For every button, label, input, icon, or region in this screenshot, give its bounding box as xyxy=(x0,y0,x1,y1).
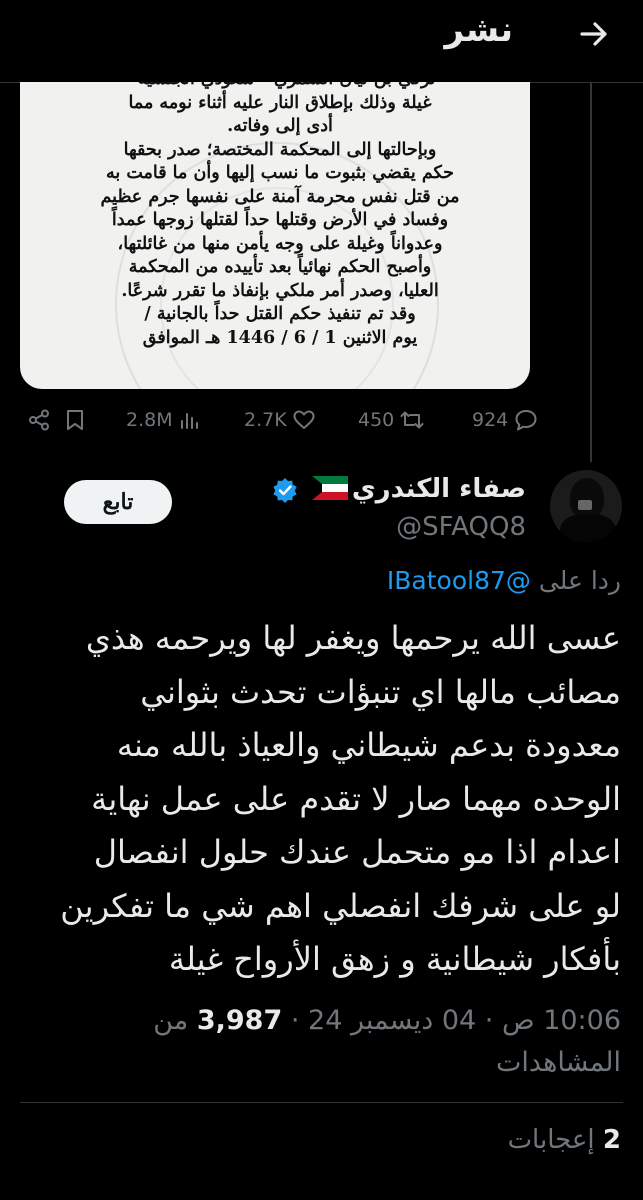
display-name[interactable]: صفاء الكندري xyxy=(352,474,526,504)
replies-count: 924 xyxy=(472,409,509,431)
tweet-metadata: 10:06 ص · 04 ديسمبر 24 · 3,987 من المشاه… xyxy=(21,1000,621,1084)
tweet-line: بأفكار شيطانية و زهق الأرواح غيلة xyxy=(168,940,621,978)
likes-count: 2.7K xyxy=(244,409,287,431)
share-icon xyxy=(29,409,49,431)
retweet-icon xyxy=(400,411,424,429)
image-line: وأصبح الحكم نهائياً بعد تأييده من المحكم… xyxy=(128,257,432,277)
avatar-phone xyxy=(578,500,592,510)
kuwait-flag-icon xyxy=(312,476,348,500)
image-line: من قتل نفس محرمة آمنة على نفسها جرم عظيم xyxy=(100,186,460,207)
tweet-line: معدودة بدعم شيطاني والعياذ بالله منه xyxy=(116,726,621,764)
tweet-date[interactable]: 04 ديسمبر 24 xyxy=(308,1005,476,1036)
reply-prefix: ردا على xyxy=(538,566,621,595)
likes-summary[interactable]: 2 إعجابات xyxy=(508,1125,621,1155)
retweets-count: 450 xyxy=(358,409,395,431)
likes-label: إعجابات xyxy=(507,1125,595,1155)
views-button[interactable]: 2.8M xyxy=(126,409,199,431)
tweet-body: عسى الله يرحمها ويغفر لها ويرحمه هذي مصا… xyxy=(21,612,621,987)
comment-icon xyxy=(515,410,537,431)
bookmark-icon xyxy=(67,410,83,430)
share-button[interactable] xyxy=(28,409,50,431)
tweet-line: لو على شرفك انفصلي اهم شي ما تفكرين xyxy=(60,886,621,925)
bookmark-button[interactable] xyxy=(66,409,84,431)
tweet-time[interactable]: 10:06 ص xyxy=(502,1005,621,1036)
tweet-line: عسى الله يرحمها ويغفر لها ويرحمه هذي xyxy=(85,619,621,657)
tweet-line: اعدام اذا مو متحمل عندك حلول انفصال xyxy=(93,833,621,871)
page-title: نشر xyxy=(444,10,513,50)
heart-icon xyxy=(293,410,315,429)
divider xyxy=(20,1102,623,1103)
likes-total: 2 xyxy=(602,1125,621,1155)
verified-badge-icon xyxy=(273,478,297,503)
meta-separator: · xyxy=(476,1005,494,1036)
avatar[interactable] xyxy=(550,470,622,542)
image-line: وعدواناً وغيلة على وجه يأمن منها من غائل… xyxy=(117,233,443,254)
top-bar: نشر xyxy=(0,0,643,83)
avatar-clothing xyxy=(560,514,616,542)
image-line: وفساد في الأرض وقتلها حداً لقتلها زوجها … xyxy=(111,210,449,230)
views-total: 3,987 xyxy=(196,1005,283,1036)
tweet-actions: 2.8M 2.7K 450 924 xyxy=(0,405,643,439)
follow-button[interactable]: تابع xyxy=(64,480,172,524)
arrow-right-icon[interactable] xyxy=(574,14,614,54)
like-button[interactable]: 2.7K xyxy=(244,409,315,431)
retweet-button[interactable]: 450 xyxy=(358,409,424,431)
tweet-image[interactable]: تركي بن تيان الشمري - سعودي الجنسية - غي… xyxy=(20,82,530,389)
image-line: تركي بن تيان الشمري - سعودي الجنسية - xyxy=(60,82,500,92)
avatar-hair xyxy=(570,478,604,518)
mention-link[interactable]: @IBatool87 xyxy=(387,566,531,595)
reply-button[interactable]: 924 xyxy=(472,409,538,431)
user-handle[interactable]: @SFAQQ8 xyxy=(396,512,526,542)
image-line: أدى إلى وفاته. xyxy=(227,116,333,136)
tweet-line: مصائب مالها اي تنبؤات تحدث بثواني xyxy=(140,672,621,711)
replying-to: ردا على @IBatool87 xyxy=(387,566,621,595)
image-line: وبإحالتها إلى المحكمة المختصة؛ صدر بحقها xyxy=(123,139,437,160)
image-line: حكم يقضي بثبوت ما نسب إليها وأن ما قامت … xyxy=(105,163,455,183)
analytics-icon xyxy=(180,413,198,429)
tweet-line: الوحده مهما صار لا تقدم على عمل نهاية xyxy=(91,779,621,818)
image-line: العليا، وصدر أمر ملكي بإنفاذ ما تقرر شرع… xyxy=(121,280,439,301)
image-line: غيلة وذلك بإطلاق النار عليه أثناء نومه م… xyxy=(128,92,432,113)
image-line: يوم الاثنين 1 / 6 / 1446 هـ الموافق xyxy=(142,327,418,348)
image-line: وقد تم تنفيذ حكم القتل حداً بالجانية / xyxy=(144,304,416,324)
views-count: 2.8M xyxy=(126,409,173,431)
meta-separator: · xyxy=(282,1005,300,1036)
image-text: تركي بن تيان الشمري - سعودي الجنسية - غي… xyxy=(60,82,500,350)
